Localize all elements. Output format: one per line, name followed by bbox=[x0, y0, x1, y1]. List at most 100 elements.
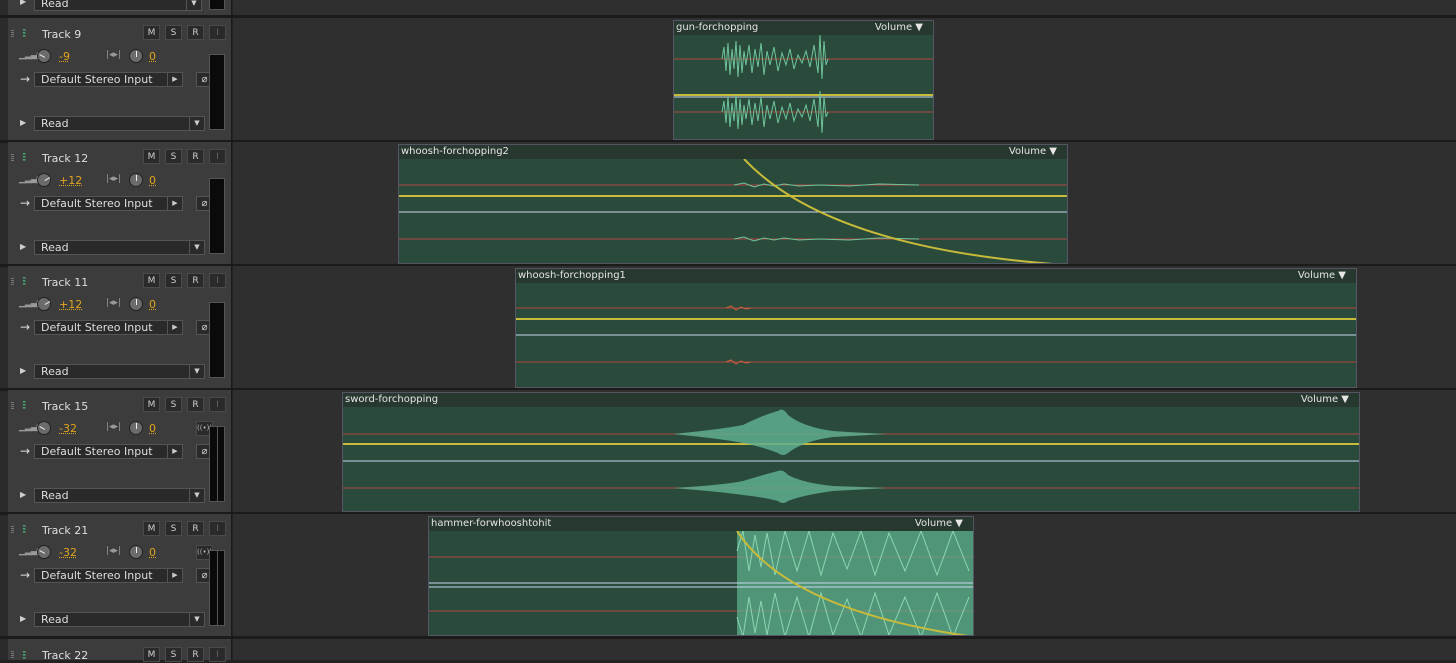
drag-grip-icon[interactable] bbox=[11, 526, 14, 534]
solo-button[interactable]: S bbox=[165, 521, 182, 536]
input-label: Default Stereo Input bbox=[41, 445, 153, 458]
pan-knob[interactable] bbox=[129, 421, 143, 435]
volume-knob[interactable] bbox=[37, 421, 51, 435]
automation-mode-label: Read bbox=[41, 365, 69, 378]
input-monitor-button[interactable]: I bbox=[209, 521, 226, 536]
volume-value[interactable]: +12 bbox=[59, 174, 82, 187]
pan-knob[interactable] bbox=[129, 173, 143, 187]
track-lane[interactable]: hammer-forwhooshtohit Volume ▼ bbox=[233, 514, 1456, 636]
input-monitor-button[interactable]: I bbox=[209, 149, 226, 164]
pan-knob[interactable] bbox=[129, 545, 143, 559]
clip-envelope-menu[interactable]: Volume ▼ bbox=[875, 22, 923, 33]
volume-knob[interactable] bbox=[37, 173, 51, 187]
automation-mode-dropdown[interactable]: Read ▼ bbox=[34, 0, 202, 11]
chevron-right-icon: ▶ bbox=[167, 569, 182, 582]
track-21: ⫶⫶⫶ Track 21 M S R I ▁▂▃▅ -32 |◂▸| 0 ((•… bbox=[0, 514, 1456, 636]
input-dropdown[interactable]: Default Stereo Input ▶ bbox=[34, 196, 183, 211]
solo-button[interactable]: S bbox=[165, 273, 182, 288]
record-arm-button[interactable]: R bbox=[187, 149, 204, 164]
expand-triangle-icon[interactable]: ▶ bbox=[20, 118, 26, 127]
input-monitor-button[interactable]: I bbox=[209, 397, 226, 412]
volume-knob[interactable] bbox=[37, 545, 51, 559]
clip-name: whoosh-forchopping1 bbox=[518, 270, 626, 281]
audio-clip[interactable]: whoosh-forchopping1 Volume ▼ bbox=[515, 268, 1357, 388]
clip-envelope-menu[interactable]: Volume ▼ bbox=[1298, 270, 1346, 281]
input-label: Default Stereo Input bbox=[41, 197, 153, 210]
clip-envelope-menu[interactable]: Volume ▼ bbox=[915, 518, 963, 529]
volume-value[interactable]: +12 bbox=[59, 298, 82, 311]
envelope-label: Volume bbox=[1298, 270, 1335, 281]
track-name[interactable]: Track 11 bbox=[42, 276, 88, 289]
input-monitor-button[interactable]: I bbox=[209, 25, 226, 40]
clip-envelope-menu[interactable]: Volume ▼ bbox=[1009, 146, 1057, 157]
automation-mode-label: Read bbox=[41, 613, 69, 626]
track-lane[interactable] bbox=[233, 0, 1456, 15]
solo-button[interactable]: S bbox=[165, 149, 182, 164]
pan-value[interactable]: 0 bbox=[149, 50, 156, 63]
volume-value[interactable]: -32 bbox=[59, 422, 77, 435]
track-lane[interactable]: gun-forchopping Volume ▼ bbox=[233, 18, 1456, 140]
automation-mode-dropdown[interactable]: Read ▼ bbox=[34, 612, 205, 627]
volume-value[interactable]: -32 bbox=[59, 546, 77, 559]
expand-triangle-icon[interactable]: ▶ bbox=[20, 366, 26, 375]
track-name[interactable]: Track 12 bbox=[42, 152, 88, 165]
audio-track-icon: ⫶⫶⫶ bbox=[22, 27, 24, 41]
track-name[interactable]: Track 9 bbox=[42, 28, 81, 41]
drag-grip-icon[interactable] bbox=[11, 651, 14, 659]
mute-button[interactable]: M bbox=[143, 25, 160, 40]
expand-triangle-icon[interactable]: ▶ bbox=[20, 490, 26, 499]
track-lane[interactable]: sword-forchopping Volume ▼ bbox=[233, 390, 1456, 512]
pan-value[interactable]: 0 bbox=[149, 422, 156, 435]
record-arm-button[interactable]: R bbox=[187, 25, 204, 40]
record-arm-button[interactable]: R bbox=[187, 521, 204, 536]
automation-mode-dropdown[interactable]: Read ▼ bbox=[34, 364, 205, 379]
input-dropdown[interactable]: Default Stereo Input ▶ bbox=[34, 72, 183, 87]
input-dropdown[interactable]: Default Stereo Input ▶ bbox=[34, 444, 183, 459]
expand-triangle-icon[interactable]: ▶ bbox=[20, 242, 26, 251]
solo-button[interactable]: S bbox=[165, 397, 182, 412]
pan-value[interactable]: 0 bbox=[149, 174, 156, 187]
drag-grip-icon[interactable] bbox=[11, 402, 14, 410]
mute-button[interactable]: M bbox=[143, 521, 160, 536]
audio-clip[interactable]: gun-forchopping Volume ▼ bbox=[673, 20, 934, 140]
solo-button[interactable]: S bbox=[165, 25, 182, 40]
track-lane[interactable]: whoosh-forchopping1 Volume ▼ bbox=[233, 266, 1456, 388]
drag-grip-icon[interactable] bbox=[11, 154, 14, 162]
clip-waveform bbox=[343, 407, 1360, 512]
volume-value[interactable]: -9 bbox=[59, 50, 70, 63]
track-header: ⫶⫶⫶ Track 9 M S R I ▁▂▃▅ -9 |◂▸| 0 → Def… bbox=[8, 18, 232, 140]
audio-clip[interactable]: whoosh-forchopping2 Volume ▼ bbox=[398, 144, 1068, 264]
pan-value[interactable]: 0 bbox=[149, 298, 156, 311]
clip-name: sword-forchopping bbox=[345, 394, 438, 405]
drag-grip-icon[interactable] bbox=[11, 30, 14, 38]
clip-envelope-menu[interactable]: Volume ▼ bbox=[1301, 394, 1349, 405]
automation-mode-dropdown[interactable]: Read ▼ bbox=[34, 488, 205, 503]
input-monitor-button[interactable]: I bbox=[209, 273, 226, 288]
record-arm-button[interactable]: R bbox=[187, 397, 204, 412]
track-lane[interactable] bbox=[233, 639, 1456, 660]
mute-button[interactable]: M bbox=[143, 149, 160, 164]
track-name[interactable]: Track 22 bbox=[42, 649, 88, 662]
expand-triangle-icon[interactable]: ▶ bbox=[20, 614, 26, 623]
track-name[interactable]: Track 21 bbox=[42, 524, 88, 537]
pan-knob[interactable] bbox=[129, 49, 143, 63]
mute-button[interactable]: M bbox=[143, 397, 160, 412]
pan-knob[interactable] bbox=[129, 297, 143, 311]
record-arm-button[interactable]: R bbox=[187, 273, 204, 288]
track-lane[interactable]: whoosh-forchopping2 Volume ▼ bbox=[233, 142, 1456, 264]
audio-clip[interactable]: hammer-forwhooshtohit Volume ▼ bbox=[428, 516, 974, 636]
volume-knob[interactable] bbox=[37, 297, 51, 311]
input-dropdown[interactable]: Default Stereo Input ▶ bbox=[34, 320, 183, 335]
mute-button[interactable]: M bbox=[143, 273, 160, 288]
automation-mode-dropdown[interactable]: Read ▼ bbox=[34, 116, 205, 131]
volume-knob[interactable] bbox=[37, 49, 51, 63]
expand-triangle-icon[interactable]: ▶ bbox=[20, 0, 26, 6]
input-dropdown[interactable]: Default Stereo Input ▶ bbox=[34, 568, 183, 583]
clip-waveform bbox=[516, 283, 1357, 388]
audio-clip[interactable]: sword-forchopping Volume ▼ bbox=[342, 392, 1360, 512]
pan-value[interactable]: 0 bbox=[149, 546, 156, 559]
track-name[interactable]: Track 15 bbox=[42, 400, 88, 413]
automation-mode-dropdown[interactable]: Read ▼ bbox=[34, 240, 205, 255]
drag-grip-icon[interactable] bbox=[11, 278, 14, 286]
chevron-down-icon: ▼ bbox=[186, 0, 201, 10]
